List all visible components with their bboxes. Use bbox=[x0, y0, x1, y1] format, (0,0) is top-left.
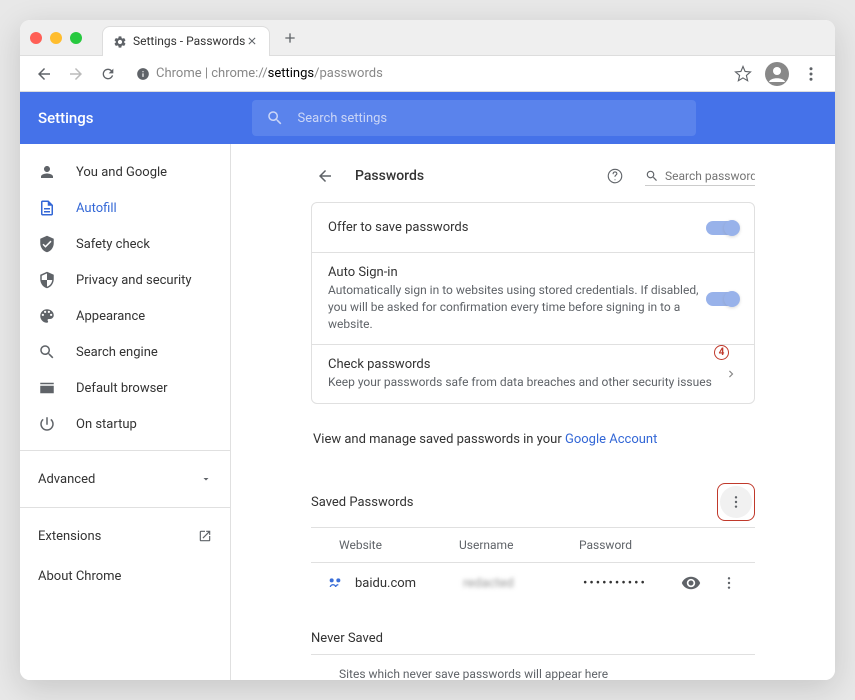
settings-icon bbox=[113, 34, 127, 48]
close-window[interactable] bbox=[30, 32, 42, 44]
check-passwords-desc: Keep your passwords safe from data breac… bbox=[328, 374, 724, 391]
sidebar-item-appearance[interactable]: Appearance bbox=[20, 298, 230, 334]
saved-passwords-more-button[interactable] bbox=[720, 486, 752, 518]
settings-search-input[interactable] bbox=[298, 111, 682, 126]
settings-title: Settings bbox=[38, 109, 94, 127]
saved-table-header: Website Username Password bbox=[311, 527, 755, 562]
browser-window: Settings - Passwords Chrome | chrome://s… bbox=[20, 20, 835, 680]
chevron-down-icon bbox=[200, 473, 212, 485]
more-vert-icon bbox=[728, 494, 744, 510]
site-password: •••••••••• bbox=[583, 576, 681, 591]
page-title: Passwords bbox=[355, 168, 585, 184]
google-account-link[interactable]: Google Account bbox=[565, 432, 657, 447]
site-favicon bbox=[327, 575, 343, 591]
auto-signin-toggle[interactable] bbox=[706, 292, 738, 306]
sidebar-item-search-engine[interactable]: Search engine bbox=[20, 334, 230, 370]
sidebar-item-label: Search engine bbox=[76, 345, 158, 360]
sidebar-item-label: On startup bbox=[76, 417, 137, 432]
page-back-button[interactable] bbox=[311, 162, 339, 190]
col-password: Password bbox=[579, 538, 739, 552]
col-website: Website bbox=[339, 538, 459, 552]
check-passwords-row[interactable]: Check passwords Keep your passwords safe… bbox=[312, 345, 754, 403]
menu-button[interactable] bbox=[797, 60, 825, 88]
tab-title: Settings - Passwords bbox=[133, 34, 245, 48]
site-name[interactable]: baidu.com bbox=[355, 576, 463, 591]
sidebar-item-label: Privacy and security bbox=[76, 273, 192, 288]
auto-signin-label: Auto Sign-in bbox=[328, 265, 706, 280]
toolbar: Chrome | chrome://settings/passwords bbox=[20, 56, 835, 92]
password-search-input[interactable] bbox=[665, 169, 755, 183]
new-tab-button[interactable] bbox=[278, 26, 302, 50]
offer-save-label: Offer to save passwords bbox=[328, 220, 706, 235]
external-link-icon bbox=[198, 529, 212, 543]
never-saved-section: Never Saved Sites which never save passw… bbox=[311, 623, 755, 680]
annotation-4: 4 bbox=[714, 344, 729, 360]
close-tab-icon[interactable] bbox=[245, 34, 259, 48]
sidebar-advanced[interactable]: Advanced bbox=[20, 459, 230, 499]
maximize-window[interactable] bbox=[70, 32, 82, 44]
sidebar-item-on-startup[interactable]: On startup bbox=[20, 406, 230, 442]
bookmark-button[interactable] bbox=[729, 60, 757, 88]
auto-signin-desc: Automatically sign in to websites using … bbox=[328, 282, 706, 332]
sidebar-item-privacy[interactable]: Privacy and security bbox=[20, 262, 230, 298]
address-bar[interactable]: Chrome | chrome://settings/passwords bbox=[126, 60, 725, 88]
offer-save-toggle[interactable] bbox=[706, 221, 738, 235]
auto-signin-row: Auto Sign-in Automatically sign in to we… bbox=[312, 253, 754, 345]
eye-icon bbox=[681, 573, 701, 593]
table-row: baidu.com redacted •••••••••• bbox=[311, 562, 755, 603]
show-password-button[interactable] bbox=[681, 573, 701, 593]
col-username: Username bbox=[459, 538, 579, 552]
back-button[interactable] bbox=[30, 60, 58, 88]
sidebar-item-safety-check[interactable]: Safety check bbox=[20, 226, 230, 262]
page-header: Passwords bbox=[311, 158, 755, 194]
sidebar-item-label: Autofill bbox=[76, 201, 117, 216]
sidebar: You and Google Autofill Safety check Pri… bbox=[20, 144, 231, 680]
annotation-highlight-4 bbox=[717, 483, 755, 521]
profile-button[interactable] bbox=[763, 60, 791, 88]
titlebar: Settings - Passwords bbox=[20, 20, 835, 56]
password-search[interactable] bbox=[645, 167, 755, 186]
sidebar-item-autofill[interactable]: Autofill bbox=[20, 190, 230, 226]
url-text: Chrome | chrome://settings/passwords bbox=[156, 66, 383, 81]
forward-button[interactable] bbox=[62, 60, 90, 88]
never-saved-title: Never Saved bbox=[311, 623, 755, 654]
search-icon bbox=[645, 169, 659, 183]
sidebar-item-label: You and Google bbox=[76, 165, 167, 180]
sidebar-item-label: Default browser bbox=[76, 381, 168, 396]
main: Passwords Offer to save passwords bbox=[231, 144, 835, 680]
body: You and Google Autofill Safety check Pri… bbox=[20, 144, 835, 680]
chevron-right-icon bbox=[724, 367, 738, 381]
view-google-account-row: View and manage saved passwords in your … bbox=[311, 418, 755, 447]
sidebar-item-default-browser[interactable]: Default browser bbox=[20, 370, 230, 406]
settings-search[interactable] bbox=[252, 100, 696, 136]
reload-button[interactable] bbox=[94, 60, 122, 88]
sidebar-item-you-and-google[interactable]: You and Google bbox=[20, 154, 230, 190]
sidebar-about[interactable]: About Chrome bbox=[20, 556, 230, 596]
minimize-window[interactable] bbox=[50, 32, 62, 44]
offer-save-row: Offer to save passwords bbox=[312, 203, 754, 253]
row-more-button[interactable] bbox=[719, 573, 739, 593]
saved-passwords-title: Saved Passwords bbox=[311, 495, 414, 510]
more-vert-icon bbox=[721, 575, 737, 591]
search-icon bbox=[266, 109, 284, 127]
sidebar-item-label: Safety check bbox=[76, 237, 150, 252]
sidebar-extensions[interactable]: Extensions bbox=[20, 516, 230, 556]
site-username: redacted bbox=[463, 576, 583, 591]
never-saved-empty: Sites which never save passwords will ap… bbox=[311, 654, 755, 680]
settings-header: Settings bbox=[20, 92, 835, 144]
help-button[interactable] bbox=[601, 162, 629, 190]
saved-passwords-header: Saved Passwords bbox=[311, 477, 755, 527]
browser-tab[interactable]: Settings - Passwords bbox=[102, 26, 270, 56]
site-info-icon[interactable] bbox=[136, 67, 150, 81]
traffic-lights bbox=[30, 32, 82, 44]
sidebar-item-label: Appearance bbox=[76, 309, 145, 324]
check-passwords-label: Check passwords bbox=[328, 357, 724, 372]
